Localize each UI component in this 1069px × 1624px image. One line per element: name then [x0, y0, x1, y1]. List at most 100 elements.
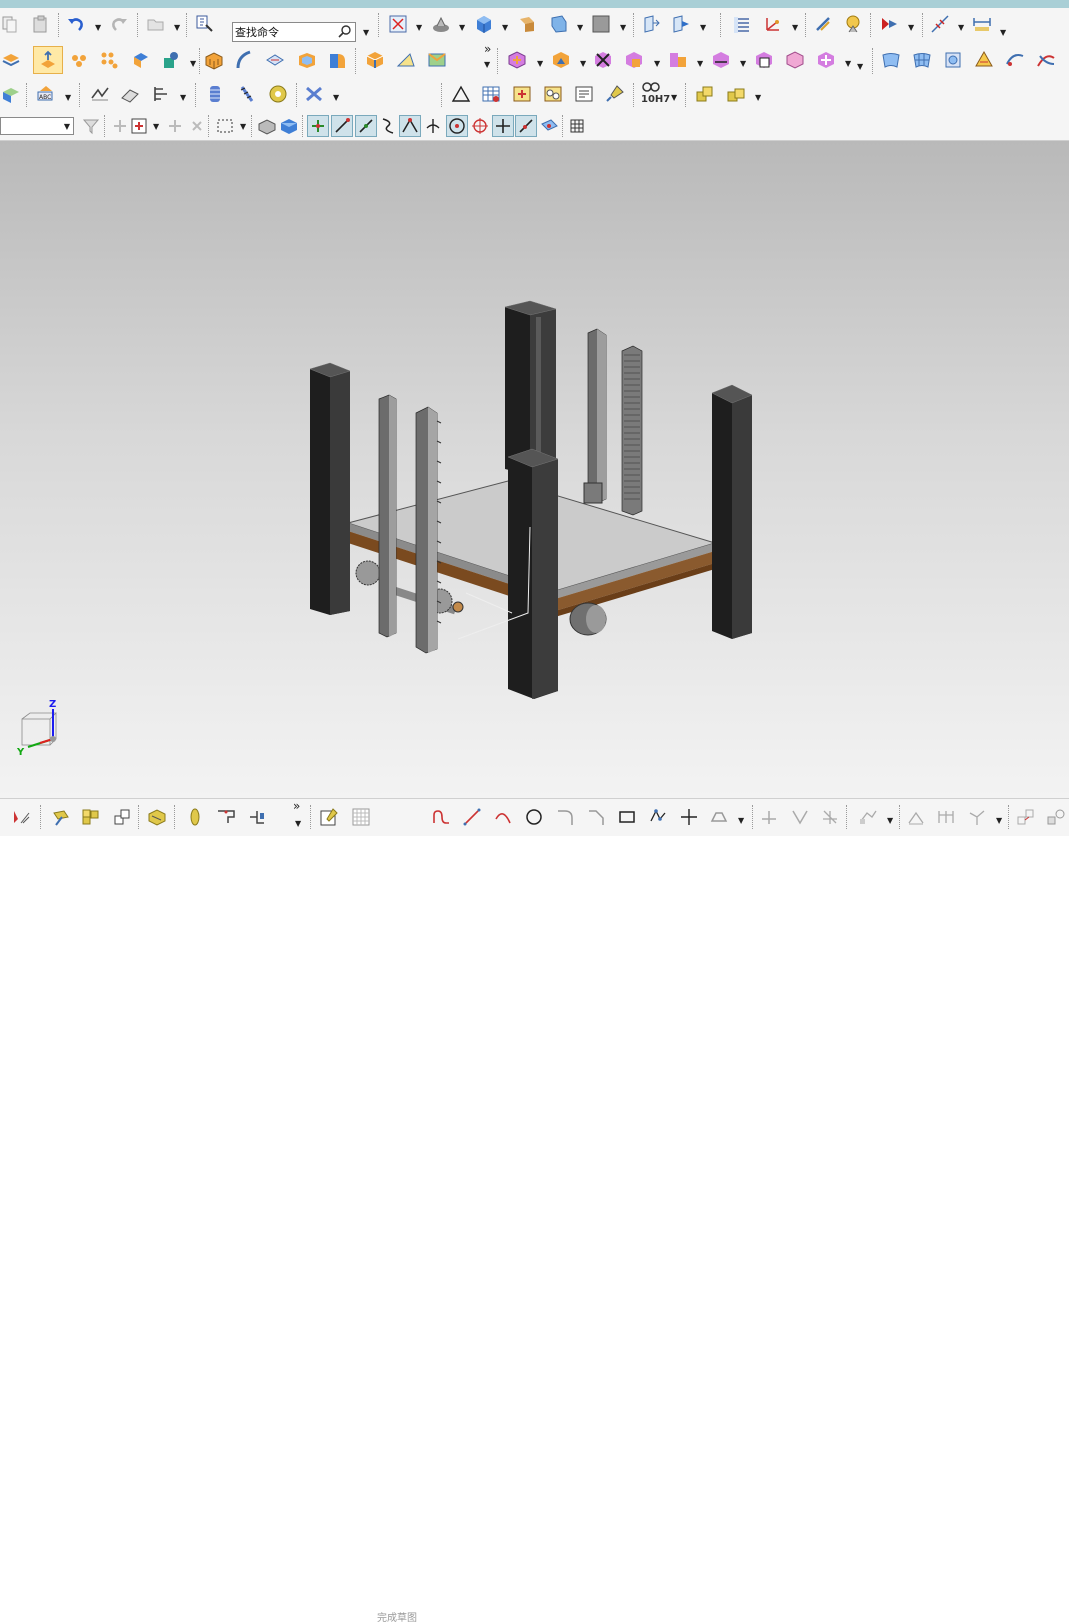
view-section-icon[interactable] — [548, 13, 570, 35]
chevron-down-icon[interactable]: ▼ — [190, 59, 196, 69]
replace-icon[interactable] — [623, 49, 645, 71]
clearance-icon[interactable] — [753, 49, 775, 71]
corner-icon[interactable] — [819, 806, 841, 828]
extrude-icon[interactable] — [33, 46, 63, 74]
fillet-icon[interactable] — [554, 806, 576, 828]
through-curves-icon[interactable] — [119, 83, 141, 105]
curve-network-icon[interactable] — [1035, 49, 1057, 71]
paste-icon[interactable] — [30, 13, 52, 35]
face-select-icon[interactable] — [278, 115, 300, 137]
interference-icon[interactable] — [710, 49, 732, 71]
part-family-icon[interactable] — [725, 83, 747, 105]
chevron-down-icon[interactable]: ▼ — [697, 59, 703, 69]
redo-icon[interactable] — [108, 13, 130, 35]
chevron-down-icon[interactable]: ▼ — [958, 23, 964, 33]
chevron-down-icon[interactable]: ▼ — [502, 23, 508, 33]
rack-back-1[interactable] — [583, 328, 607, 504]
chevron-down-icon[interactable]: ▼ — [792, 23, 798, 33]
background-icon[interactable] — [590, 13, 612, 35]
explode-icon[interactable] — [784, 49, 806, 71]
sketch-group-icon[interactable] — [111, 806, 133, 828]
quadrant-icon[interactable] — [469, 115, 491, 137]
snap-view-icon[interactable] — [640, 13, 662, 35]
line-icon[interactable] — [461, 806, 483, 828]
select-icon[interactable] — [10, 806, 32, 828]
surface-icon[interactable] — [880, 49, 902, 71]
column-left[interactable] — [309, 362, 351, 615]
table-icon[interactable] — [480, 83, 502, 105]
rack-left-2[interactable] — [415, 406, 442, 654]
mirror-curve-icon[interactable] — [905, 806, 927, 828]
pattern-icon[interactable] — [68, 49, 90, 71]
text-icon[interactable]: ABC — [35, 83, 57, 105]
selection-filter-dropdown[interactable]: ▼ — [0, 117, 74, 135]
chevron-down-icon[interactable]: ▼ — [908, 23, 914, 33]
chevron-down-icon[interactable]: ▼ — [363, 28, 369, 38]
mirror-icon[interactable] — [592, 49, 614, 71]
chevron-down-icon[interactable]: ▼ — [740, 59, 746, 69]
assembly-icon[interactable] — [506, 49, 528, 71]
surface-edit-icon[interactable] — [815, 49, 837, 71]
orient-view-icon[interactable] — [516, 13, 538, 35]
point-icon[interactable] — [678, 806, 700, 828]
chevron-down-icon[interactable]: ▼ — [180, 93, 186, 103]
offset-face-icon[interactable] — [942, 49, 964, 71]
draft-icon[interactable] — [395, 49, 417, 71]
layer-settings-icon[interactable] — [731, 13, 753, 35]
chevron-down-icon[interactable]: ▼ — [153, 122, 159, 132]
array-icon[interactable] — [98, 49, 120, 71]
gear-icon[interactable] — [267, 83, 289, 105]
sketch-icon[interactable] — [318, 806, 340, 828]
existing-point-icon[interactable] — [492, 115, 514, 137]
move-face-icon[interactable] — [0, 83, 22, 105]
circle-icon[interactable] — [523, 806, 545, 828]
finish-sketch-label[interactable]: 完成草图 — [377, 1609, 417, 1624]
chevron-down-icon[interactable]: ▼ — [65, 93, 71, 103]
chevron-down-icon[interactable]: ▼ — [577, 23, 583, 33]
on-face-icon[interactable] — [538, 115, 560, 137]
chevron-down-icon[interactable]: ▼ — [580, 59, 586, 69]
reuse-library-icon[interactable] — [694, 83, 716, 105]
mesh-icon[interactable] — [911, 49, 933, 71]
lasso-icon[interactable] — [186, 115, 208, 137]
shaded-cube-icon[interactable] — [473, 13, 495, 35]
face-icon[interactable] — [264, 49, 286, 71]
wcs-icon[interactable] — [762, 13, 784, 35]
assembly-constraint-icon[interactable] — [80, 806, 102, 828]
derived-line-icon[interactable] — [966, 806, 988, 828]
mid-point-icon[interactable] — [355, 115, 377, 137]
arc-icon[interactable] — [492, 806, 514, 828]
tolerance-label[interactable]: 10H7 — [641, 94, 670, 105]
chevron-down-icon[interactable]: ▼ — [174, 23, 180, 33]
open-icon[interactable] — [145, 13, 167, 35]
note-icon[interactable] — [573, 83, 595, 105]
tube-icon[interactable] — [303, 83, 325, 105]
copy-icon[interactable] — [0, 13, 22, 35]
rack-back-2[interactable] — [621, 345, 643, 516]
end-point-icon[interactable] — [331, 115, 353, 137]
trim-body-icon[interactable] — [364, 49, 386, 71]
chevron-down-icon[interactable]: ▼ — [654, 59, 660, 69]
column-back-center[interactable] — [504, 300, 557, 475]
blend-icon[interactable] — [326, 49, 348, 71]
chevron-down-icon[interactable]: ▼ — [1000, 28, 1006, 38]
rectangle-select-icon[interactable] — [214, 115, 236, 137]
spline-icon[interactable] — [708, 806, 730, 828]
boolean-icon[interactable] — [130, 49, 152, 71]
component-icon[interactable] — [550, 49, 572, 71]
measure-distance-icon[interactable] — [971, 13, 993, 35]
chevron-down-icon[interactable]: ▼ — [996, 816, 1002, 826]
sweep-icon[interactable] — [233, 49, 255, 71]
move-component-icon[interactable] — [670, 13, 692, 35]
filter-icon[interactable] — [80, 115, 102, 137]
profile-icon[interactable] — [215, 806, 237, 828]
dimension-icon[interactable] — [1015, 806, 1037, 828]
chamfer-icon[interactable] — [585, 806, 607, 828]
snap-to-point-icon[interactable] — [164, 115, 186, 137]
chevron-down-icon[interactable]: ▼ — [700, 23, 706, 33]
chevron-down-icon[interactable]: ▼ — [95, 23, 101, 33]
chevron-down-icon[interactable]: ▼ — [333, 93, 339, 103]
graphics-window[interactable]: Z Y — [0, 141, 1069, 798]
constraints-icon[interactable] — [1045, 806, 1067, 828]
finish-sketch-icon[interactable] — [350, 806, 372, 828]
